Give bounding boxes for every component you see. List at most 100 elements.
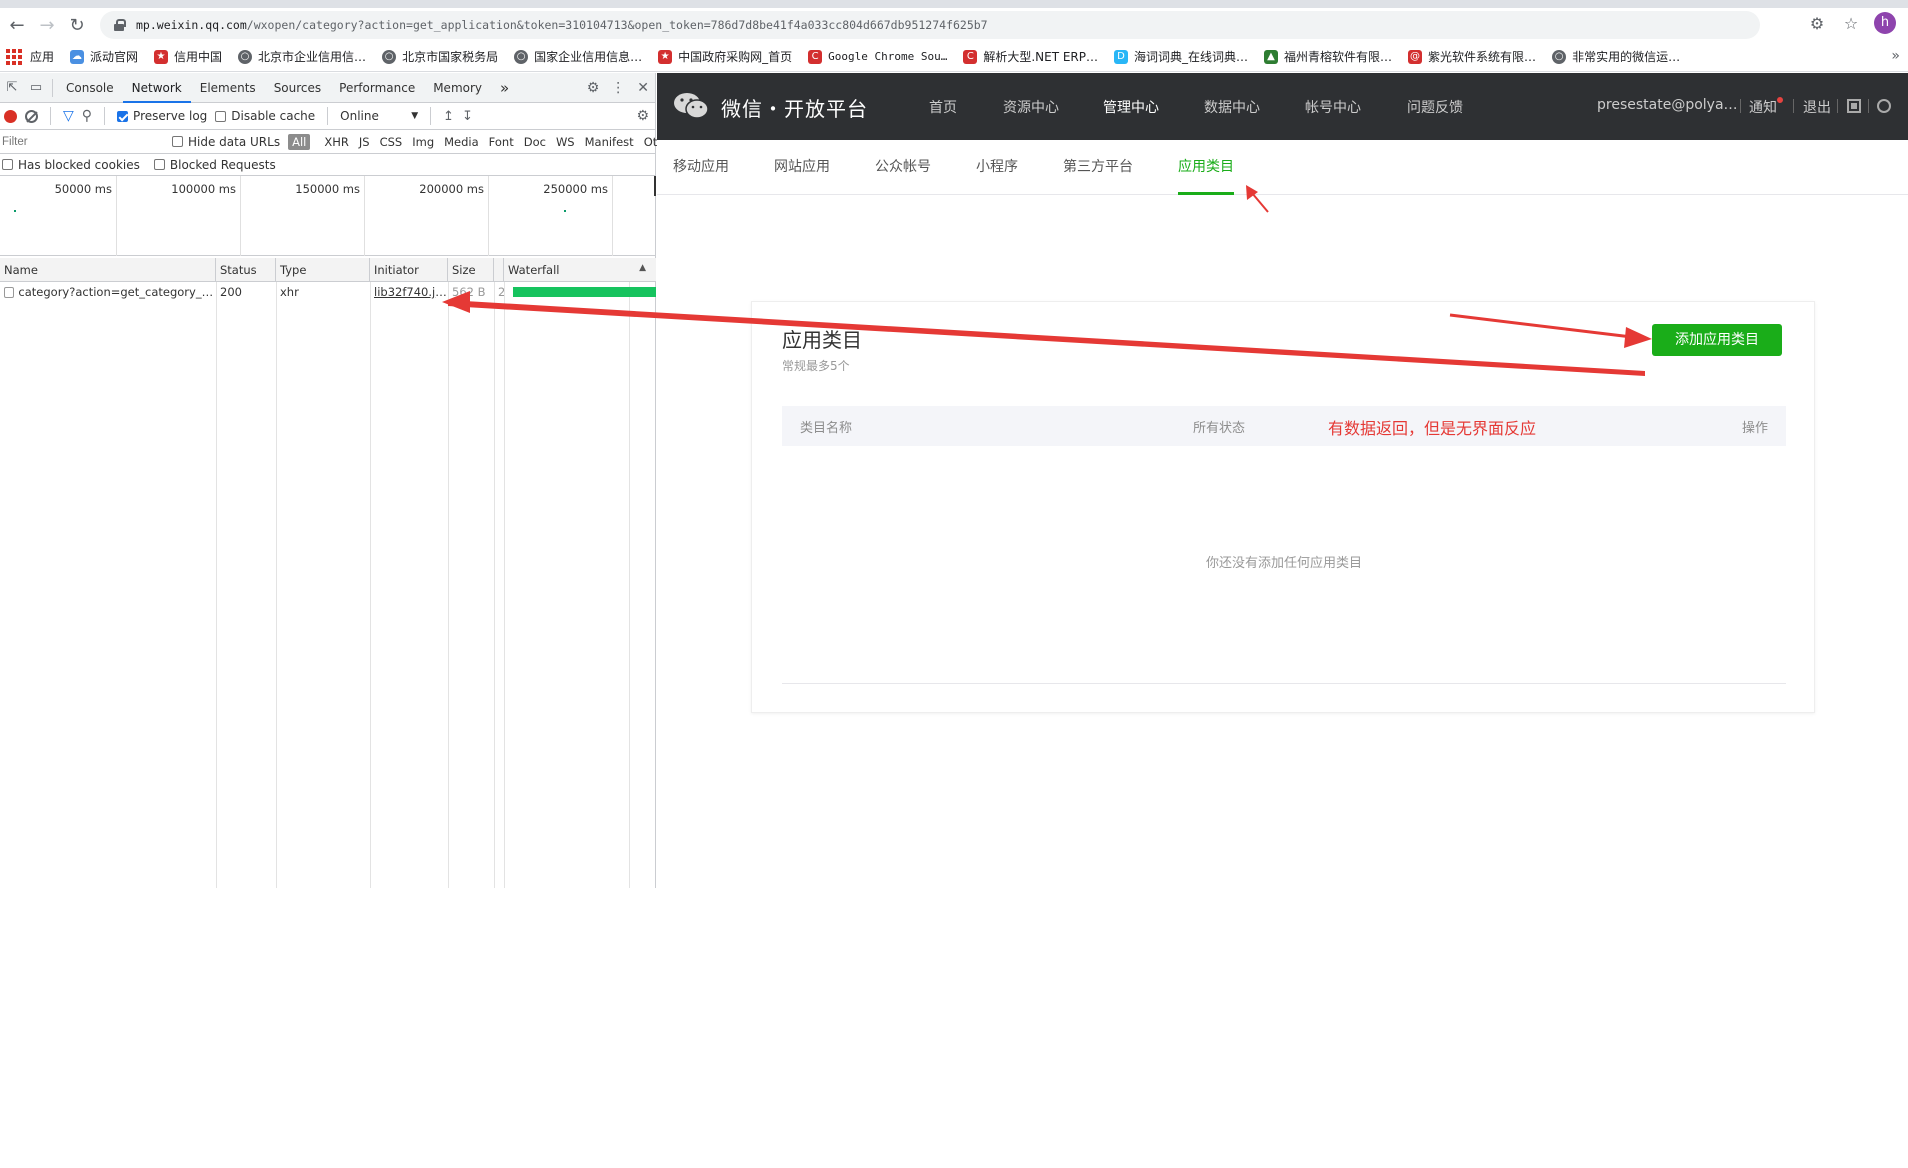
export-har-icon[interactable]: ↧ [462,109,473,124]
column-header-time[interactable] [494,258,504,281]
tab-memory[interactable]: Memory [424,73,491,103]
type-filter-xhr[interactable]: XHR [320,134,353,150]
device-toolbar-icon[interactable]: ▭ [24,80,48,95]
address-bar[interactable]: mp.weixin.qq.com/wxopen/category?action=… [100,11,1760,39]
wechat-open-platform-page: 微信・开放平台 首页 资源中心 管理中心 数据中心 帐号中心 问题反馈 pres… [657,73,1908,888]
type-filter-js[interactable]: JS [355,134,374,150]
search-icon[interactable]: ⚲ [82,108,92,124]
close-icon[interactable]: ✕ [637,80,649,96]
type-filter-img[interactable]: Img [408,134,438,150]
bookmark-item[interactable]: ☁ 派动官网 [70,48,138,65]
tab-performance[interactable]: Performance [330,73,424,103]
inspect-element-icon[interactable]: ⇱ [0,80,24,95]
request-name-cell[interactable]: category?action=get_category_list… [0,282,216,302]
bookmark-item[interactable]: ★ 中国政府采购网_首页 [658,48,792,65]
nav-management[interactable]: 管理中心 [1103,97,1159,117]
type-filter-media[interactable]: Media [440,134,483,150]
clear-icon[interactable] [25,109,38,123]
nav-home[interactable]: 首页 [929,97,957,117]
bookmark-item[interactable]: ○ 国家企业信用信息… [514,48,642,65]
throttling-select[interactable]: Online ▼ [340,109,418,123]
checkbox-box[interactable] [153,159,165,170]
bookmark-item[interactable]: ★ 信用中国 [154,48,222,65]
type-filter-all[interactable]: All [288,133,311,150]
status-filter-dropdown[interactable]: 所有状态 [1193,417,1245,436]
bookmark-item[interactable]: ○ 北京市国家税务局 [382,48,498,65]
filter-funnel-icon[interactable]: ▽ [63,108,74,124]
checkbox-box[interactable] [215,110,227,122]
type-filter-font[interactable]: Font [485,134,518,150]
globe-icon[interactable] [1877,99,1891,113]
nav-resources[interactable]: 资源中心 [1003,97,1059,117]
column-header-initiator[interactable]: Initiator [370,258,448,281]
bookmark-item[interactable]: ○ 非常实用的微信运… [1552,48,1680,65]
bookmark-item[interactable]: @ 紫光软件系统有限… [1408,48,1536,65]
wechat-logo-icon[interactable] [673,92,709,120]
settings-gear-icon[interactable]: ⚙ [587,80,600,96]
logout-link[interactable]: 退出 [1803,97,1831,117]
tab-network[interactable]: Network [122,73,191,103]
checkbox-box[interactable] [2,159,13,170]
tab-console[interactable]: Console [57,73,123,103]
request-initiator-link[interactable]: lib32f740.js… [370,282,448,302]
tab-third-party-platform[interactable]: 第三方平台 [1063,156,1133,176]
disable-cache-checkbox[interactable]: Disable cache [215,109,315,123]
blocked-requests-checkbox[interactable]: Blocked Requests [153,158,276,172]
tab-web-apps[interactable]: 网站应用 [774,156,830,176]
nav-feedback[interactable]: 问题反馈 [1407,97,1463,117]
profile-avatar[interactable]: h [1874,12,1896,34]
checkbox-box[interactable] [117,110,129,122]
reload-button[interactable]: ↻ [62,10,92,40]
preserve-log-checkbox[interactable]: Preserve log [117,109,207,123]
column-header-waterfall[interactable]: Waterfall [504,258,656,281]
bookmark-item[interactable]: C Google Chrome Sou… [808,49,947,64]
request-doc-icon [4,286,15,298]
network-overview-timeline[interactable]: 50000 ms 100000 ms 150000 ms 200000 ms 2… [0,176,656,256]
tab-elements[interactable]: Elements [191,73,265,103]
bookmark-item[interactable]: C 解析大型.NET ERP… [963,48,1098,65]
has-blocked-cookies-checkbox[interactable]: Has blocked cookies [2,158,140,172]
type-filter-doc[interactable]: Doc [520,134,550,150]
column-header-status[interactable]: Status [216,258,276,281]
tab-app-categories[interactable]: 应用类目 [1178,156,1234,176]
qrcode-icon[interactable] [1847,99,1861,113]
overview-tick-label: 100000 ms [171,182,236,196]
bookmark-item[interactable]: ○ 北京市企业信用信… [238,48,366,65]
network-settings-gear-icon[interactable]: ⚙ [636,108,649,124]
checkbox-box[interactable] [172,136,183,147]
type-filter-manifest[interactable]: Manifest [581,134,638,150]
hide-data-urls-checkbox[interactable]: Hide data URLs [172,135,280,149]
extension-puzzle-icon[interactable]: ⚙ [1806,14,1828,33]
import-har-icon[interactable]: ↥ [443,109,454,124]
bookmark-item[interactable]: D 海词词典_在线词典… [1114,48,1248,65]
lock-icon[interactable] [114,19,126,31]
more-tabs-button[interactable]: » [491,73,518,103]
filter-input[interactable] [0,132,156,151]
tab-sources[interactable]: Sources [265,73,330,103]
divider [52,78,53,97]
tab-official-accounts[interactable]: 公众帐号 [875,156,931,176]
column-header-size[interactable]: Size [448,258,494,281]
bookmark-apps[interactable]: 应用 [6,48,54,65]
tab-mobile-apps[interactable]: 移动应用 [673,156,729,176]
type-filter-ws[interactable]: WS [552,134,579,150]
bookmark-item[interactable]: ▲ 福州青榕软件有限… [1264,48,1392,65]
nav-data[interactable]: 数据中心 [1204,97,1260,117]
bookmark-star-icon[interactable]: ☆ [1840,14,1862,33]
column-header-type[interactable]: Type [276,258,370,281]
user-account-link[interactable]: presestate@polya… [1597,97,1738,113]
tab-mini-programs[interactable]: 小程序 [976,156,1018,176]
back-button[interactable]: ← [2,10,32,40]
column-header-name[interactable]: Name [0,258,216,281]
bookmarks-overflow-icon[interactable]: » [1891,48,1900,64]
sort-ascending-icon[interactable]: ▲ [639,263,646,273]
add-app-category-button[interactable]: 添加应用类目 [1652,324,1782,356]
kebab-menu-icon[interactable]: ⋮ [611,80,625,96]
url-text[interactable]: mp.weixin.qq.com/wxopen/category?action=… [136,18,988,32]
forward-button[interactable]: → [32,10,62,40]
nav-account[interactable]: 帐号中心 [1305,97,1361,117]
record-icon[interactable] [4,109,17,123]
type-filter-css[interactable]: CSS [376,134,407,150]
brand-title[interactable]: 微信・开放平台 [721,93,868,122]
notify-link[interactable]: 通知 [1749,97,1777,117]
